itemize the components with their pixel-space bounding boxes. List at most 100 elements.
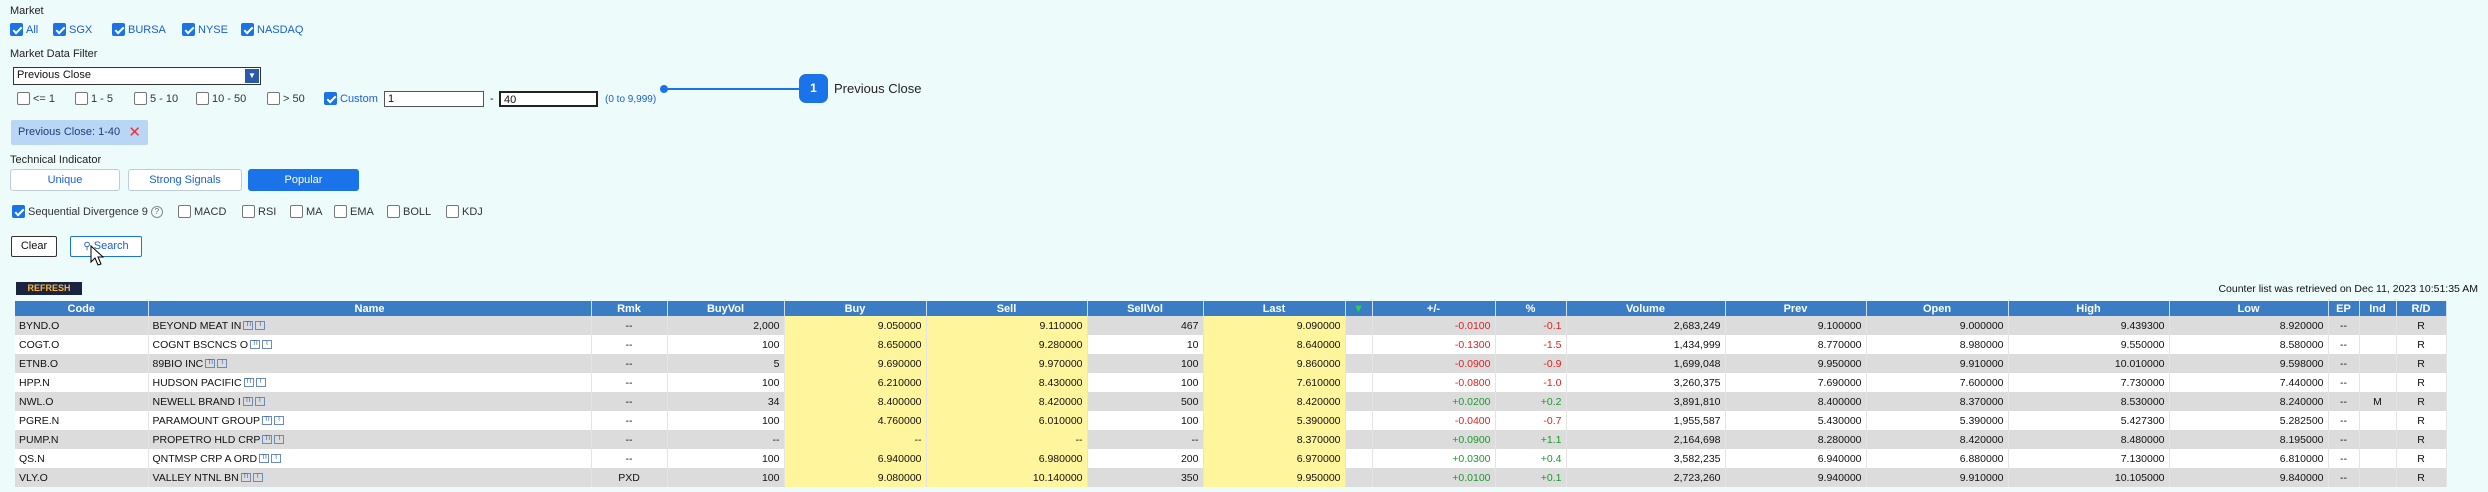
custom-checkbox[interactable]: Custom [324, 92, 378, 105]
col-header-last[interactable]: Last [1203, 301, 1346, 316]
indicator-kdj-checkbox[interactable]: KDJ [446, 205, 483, 218]
col-header-volume[interactable]: Volume [1566, 301, 1726, 316]
market-bursa-checkbox[interactable]: BURSA [112, 23, 166, 36]
range-2-checkbox[interactable]: 5 - 10 [134, 92, 178, 105]
indicator-macd-checkbox[interactable]: MACD [178, 205, 226, 218]
market-all-checkbox[interactable]: All [10, 23, 38, 36]
table-row[interactable]: QS.N QNTMSP CRP A ORD TI ⌇ -- 100 6.940000 6.98… [15, 449, 2447, 468]
chart-icon[interactable]: ⌇ [252, 473, 263, 483]
col-header-code[interactable]: Code [15, 301, 149, 316]
cell-code[interactable]: PUMP.N [15, 430, 149, 449]
indicator-ema-checkbox-box[interactable] [334, 205, 347, 218]
tab-unique[interactable]: Unique [10, 169, 120, 191]
market-sgx-checkbox[interactable]: SGX [53, 23, 92, 36]
indicator-sequential-divergence-9-checkbox-box[interactable] [12, 205, 25, 218]
custom-from-input[interactable]: 1 [384, 91, 484, 107]
technical-info-icon[interactable]: TI [242, 397, 253, 407]
range-4-checkbox[interactable]: > 50 [267, 92, 305, 105]
cell-name[interactable]: PROPETRO HLD CRP TI ⌇ [148, 430, 592, 449]
market-nasdaq-checkbox[interactable]: NASDAQ [241, 23, 303, 36]
cell-code[interactable]: COGT.O [15, 335, 149, 354]
indicator-ma-checkbox-box[interactable] [290, 205, 303, 218]
col-header-rmk[interactable]: Rmk [591, 301, 668, 316]
indicator-rsi-checkbox[interactable]: RSI [242, 205, 276, 218]
market-nyse-checkbox-box[interactable] [182, 23, 195, 36]
chart-icon[interactable]: ⌇ [254, 397, 265, 407]
custom-to-input[interactable]: 40 [499, 91, 598, 107]
custom-checkbox-box[interactable] [324, 92, 337, 105]
table-row[interactable]: NWL.O NEWELL BRAND I TI ⌇ -- 34 8.400000 8.4200… [15, 392, 2447, 411]
market-nyse-checkbox[interactable]: NYSE [182, 23, 228, 36]
technical-info-icon[interactable]: TI [249, 340, 260, 350]
tab-strong-signals[interactable]: Strong Signals [128, 169, 242, 191]
cell-name[interactable]: NEWELL BRAND I TI ⌇ [148, 392, 592, 411]
col-header-ep[interactable]: EP [2328, 301, 2360, 316]
col-header-sellvol[interactable]: SellVol [1087, 301, 1204, 316]
market-nasdaq-checkbox-box[interactable] [241, 23, 254, 36]
range-3-checkbox-box[interactable] [196, 92, 209, 105]
cell-name[interactable]: VALLEY NTNL BN TI ⌇ [148, 468, 592, 487]
cell-name[interactable]: BEYOND MEAT IN TI ⌇ [148, 316, 592, 335]
col-header-buy[interactable]: Buy [784, 301, 927, 316]
technical-info-icon[interactable]: TI [243, 378, 254, 388]
range-3-checkbox[interactable]: 10 - 50 [196, 92, 246, 105]
sort-indicator-icon[interactable]: ▼ [1345, 301, 1373, 316]
col-header-item[interactable]: % [1495, 301, 1567, 316]
table-row[interactable]: ETNB.O 89BIO INC TI ⌇ -- 5 9.690000 9.970000 100… [15, 354, 2447, 373]
cell-code[interactable]: QS.N [15, 449, 149, 468]
market-sgx-checkbox-box[interactable] [53, 23, 66, 36]
col-header-sell[interactable]: Sell [926, 301, 1088, 316]
cell-code[interactable]: HPP.N [15, 373, 149, 392]
cell-code[interactable]: ETNB.O [15, 354, 149, 373]
chevron-down-icon[interactable]: ▼ [245, 69, 259, 83]
filter-select[interactable]: Previous Close ▼ [13, 67, 261, 85]
market-bursa-checkbox-box[interactable] [112, 23, 125, 36]
chart-icon[interactable]: ⌇ [217, 359, 228, 369]
technical-info-icon[interactable]: TI [262, 435, 273, 445]
cell-code[interactable]: BYND.O [15, 316, 149, 335]
chart-icon[interactable]: ⌇ [261, 340, 272, 350]
range-4-checkbox-box[interactable] [267, 92, 280, 105]
technical-info-icon[interactable]: TI [205, 359, 216, 369]
chart-icon[interactable]: ⌇ [274, 416, 285, 426]
close-icon[interactable]: ✕ [128, 123, 141, 141]
cell-name[interactable]: COGNT BSCNCS O TI ⌇ [148, 335, 592, 354]
cell-code[interactable]: NWL.O [15, 392, 149, 411]
clear-button[interactable]: Clear [11, 236, 57, 257]
indicator-rsi-checkbox-box[interactable] [242, 205, 255, 218]
cell-code[interactable]: PGRE.N [15, 411, 149, 430]
col-header-r-d[interactable]: R/D [2396, 301, 2447, 316]
col-header-name[interactable]: Name [148, 301, 592, 316]
col-header-open[interactable]: Open [1866, 301, 2009, 316]
chart-icon[interactable]: ⌇ [271, 454, 282, 464]
table-row[interactable]: BYND.O BEYOND MEAT IN TI ⌇ -- 2,000 9.050000 9.… [15, 316, 2447, 335]
indicator-macd-checkbox-box[interactable] [178, 205, 191, 218]
col-header-buyvol[interactable]: BuyVol [667, 301, 785, 316]
chart-icon[interactable]: ⌇ [274, 435, 285, 445]
indicator-ma-checkbox[interactable]: MA [290, 205, 323, 218]
chart-icon[interactable]: ⌇ [255, 378, 266, 388]
col-header-high[interactable]: High [2008, 301, 2170, 316]
indicator-sequential-divergence-9-checkbox[interactable]: Sequential Divergence 9? [12, 205, 163, 218]
cell-name[interactable]: HUDSON PACIFIC TI ⌇ [148, 373, 592, 392]
refresh-button[interactable]: REFRESH [16, 282, 82, 295]
technical-info-icon[interactable]: TI [259, 454, 270, 464]
cell-code[interactable]: VLY.O [15, 468, 149, 487]
table-row[interactable]: COGT.O COGNT BSCNCS O TI ⌇ -- 100 8.650000 9.28… [15, 335, 2447, 354]
range-2-checkbox-box[interactable] [134, 92, 147, 105]
technical-info-icon[interactable]: TI [262, 416, 273, 426]
indicator-kdj-checkbox-box[interactable] [446, 205, 459, 218]
range-1-checkbox-box[interactable] [75, 92, 88, 105]
cell-name[interactable]: PARAMOUNT GROUP TI ⌇ [148, 411, 592, 430]
indicator-boll-checkbox[interactable]: BOLL [387, 205, 431, 218]
cell-name[interactable]: 89BIO INC TI ⌇ [148, 354, 592, 373]
table-row[interactable]: PGRE.N PARAMOUNT GROUP TI ⌇ -- 100 4.760000 6.0… [15, 411, 2447, 430]
table-row[interactable]: PUMP.N PROPETRO HLD CRP TI ⌇ -- -- -- -- -- 8.370… [15, 430, 2447, 449]
technical-info-icon[interactable]: TI [243, 321, 254, 331]
chart-icon[interactable]: ⌇ [255, 321, 266, 331]
range-0-checkbox-box[interactable] [17, 92, 30, 105]
table-row[interactable]: HPP.N HUDSON PACIFIC TI ⌇ -- 100 6.210000 8.430… [15, 373, 2447, 392]
cell-name[interactable]: QNTMSP CRP A ORD TI ⌇ [148, 449, 592, 468]
col-header-prev[interactable]: Prev [1725, 301, 1867, 316]
indicator-ema-checkbox[interactable]: EMA [334, 205, 374, 218]
